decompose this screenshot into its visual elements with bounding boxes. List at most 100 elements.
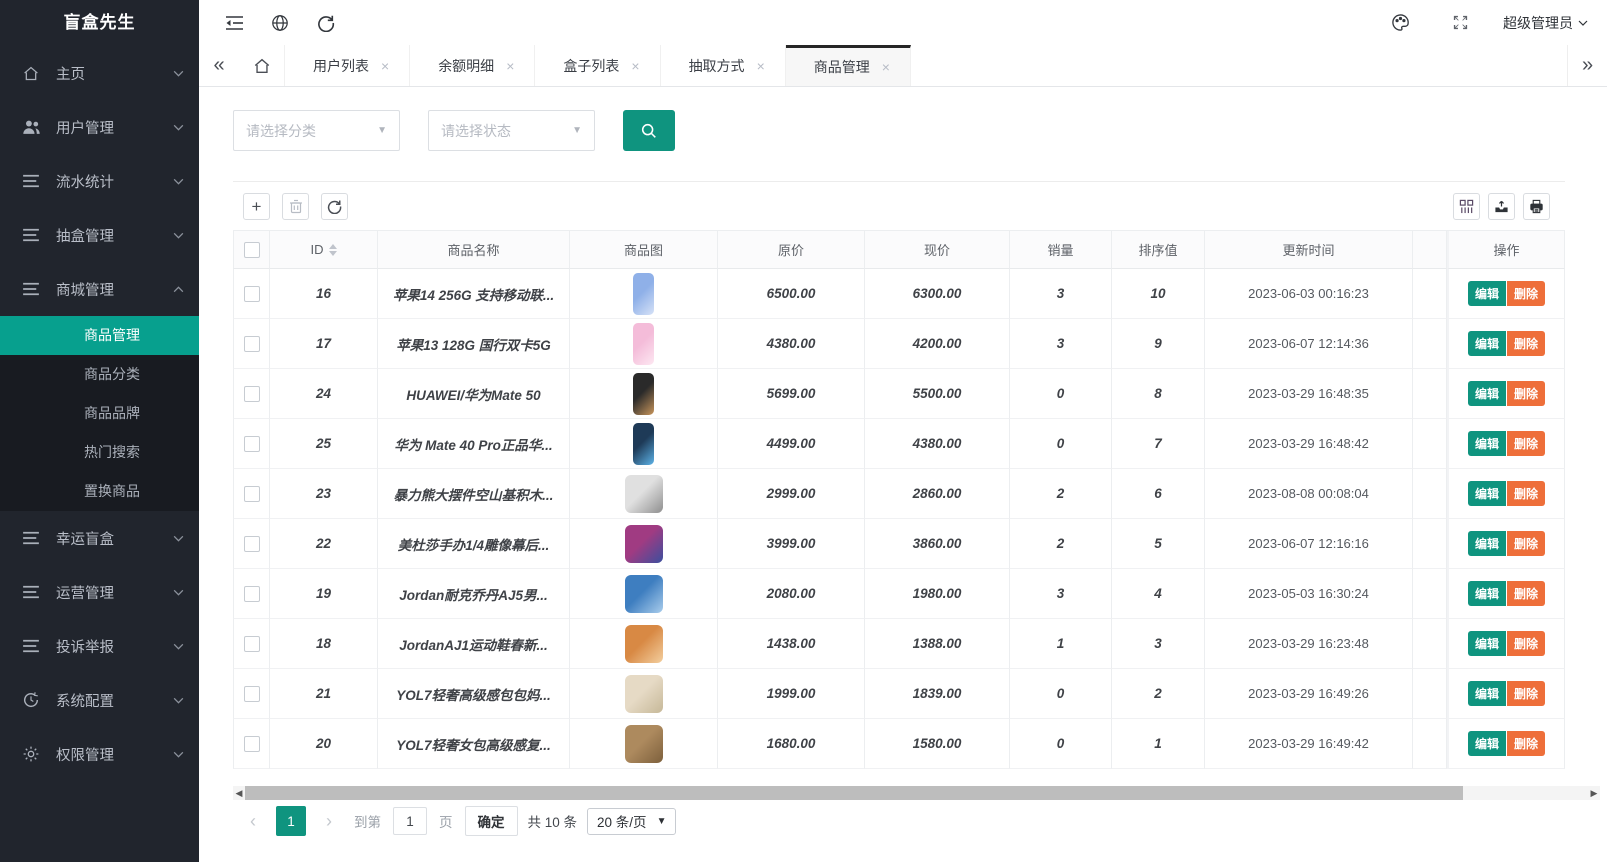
delete-button[interactable]: 删除 [1507, 331, 1546, 356]
cell-sort-value: 10 [1112, 269, 1205, 319]
delete-button[interactable]: 删除 [1507, 681, 1546, 706]
theme-button[interactable] [1383, 8, 1417, 38]
sidebar-item-抽盒管理[interactable]: 抽盒管理 [0, 208, 199, 262]
row-checkbox[interactable] [243, 385, 260, 402]
close-icon[interactable]: × [882, 59, 890, 75]
page-size-select[interactable]: 20 条/页 ▼ [587, 807, 677, 835]
cell-sort-value: 4 [1112, 569, 1205, 619]
select-all-checkbox[interactable] [243, 241, 260, 258]
edit-button[interactable]: 编辑 [1467, 631, 1506, 656]
edit-button[interactable]: 编辑 [1467, 331, 1506, 356]
language-button[interactable] [263, 8, 297, 38]
sidebar-item-商城管理[interactable]: 商城管理 [0, 262, 199, 316]
print-button[interactable] [1523, 193, 1550, 220]
search-button[interactable] [623, 110, 675, 151]
tab-用户列表[interactable]: 用户列表 × [285, 45, 411, 86]
delete-button[interactable]: 删除 [1507, 431, 1546, 456]
delete-button[interactable]: 删除 [1507, 631, 1546, 656]
close-icon[interactable]: × [631, 58, 639, 74]
tab-盒子列表[interactable]: 盒子列表 × [535, 45, 661, 86]
row-checkbox[interactable] [243, 585, 260, 602]
sidebar-item-权限管理[interactable]: 权限管理 [0, 727, 199, 781]
table-row: 19 Jordan耐克乔丹AJ5男... 2080.00 1980.00 3 4… [233, 569, 1565, 619]
close-icon[interactable]: × [381, 58, 389, 74]
sidebar-subitem-商品分类[interactable]: 商品分类 [0, 355, 199, 394]
delete-button[interactable]: 删除 [1507, 581, 1546, 606]
sort-icon[interactable] [328, 243, 337, 256]
sidebar-item-系统配置[interactable]: 系统配置 [0, 673, 199, 727]
edit-button[interactable]: 编辑 [1467, 681, 1506, 706]
sidebar-subitem-商品管理[interactable]: 商品管理 [0, 316, 199, 355]
row-checkbox[interactable] [243, 535, 260, 552]
product-image [624, 574, 663, 613]
delete-button[interactable]: 删除 [1507, 531, 1546, 556]
refresh-page-button[interactable] [309, 8, 343, 38]
reload-table-button[interactable] [321, 193, 348, 220]
chevron-down-icon [172, 229, 185, 242]
delete-rows-button[interactable] [282, 193, 309, 220]
scroll-right-arrow-icon[interactable]: ▶ [1588, 786, 1600, 800]
sidebar-item-投诉举报[interactable]: 投诉举报 [0, 619, 199, 673]
scrollbar-thumb[interactable] [245, 786, 1463, 800]
page-1-button[interactable]: 1 [276, 806, 306, 836]
close-icon[interactable]: × [506, 58, 514, 74]
sidebar-item-幸运盲盒[interactable]: 幸运盲盒 [0, 511, 199, 565]
row-checkbox[interactable] [243, 335, 260, 352]
collapse-sidebar-button[interactable] [217, 8, 251, 38]
goto-page-input[interactable] [393, 807, 427, 835]
home-icon [22, 64, 42, 82]
cell-updated-time: 2023-03-29 16:48:42 [1248, 436, 1369, 451]
horizontal-scrollbar[interactable]: ◀ ▶ [233, 786, 1600, 800]
status-select[interactable]: 请选择状态 ▼ [428, 110, 595, 151]
sidebar-subitem-热门搜索[interactable]: 热门搜索 [0, 433, 199, 472]
chevron-down-icon [172, 694, 185, 707]
tab-商品管理[interactable]: 商品管理 × [785, 45, 911, 86]
sidebar-item-label: 权限管理 [56, 747, 114, 764]
header-price: 现价 [865, 231, 1010, 269]
prev-page-button[interactable]: ‹ [240, 806, 266, 836]
delete-button[interactable]: 删除 [1507, 381, 1546, 406]
cell-id: 25 [270, 419, 378, 469]
export-button[interactable] [1488, 193, 1515, 220]
edit-button[interactable]: 编辑 [1467, 431, 1506, 456]
row-checkbox[interactable] [243, 685, 260, 702]
next-page-button[interactable]: › [316, 806, 342, 836]
edit-button[interactable]: 编辑 [1467, 281, 1506, 306]
scroll-left-arrow-icon[interactable]: ◀ [233, 786, 245, 800]
row-checkbox[interactable] [243, 435, 260, 452]
category-select[interactable]: 请选择分类 ▼ [233, 110, 400, 151]
sidebar-item-运营管理[interactable]: 运营管理 [0, 565, 199, 619]
row-checkbox[interactable] [243, 485, 260, 502]
tab-余额明细[interactable]: 余额明细 × [410, 45, 536, 86]
cell-sales: 1 [1010, 619, 1112, 669]
edit-button[interactable]: 编辑 [1467, 531, 1506, 556]
fullscreen-button[interactable] [1443, 8, 1477, 38]
header-id[interactable]: ID [270, 231, 378, 269]
edit-button[interactable]: 编辑 [1467, 731, 1506, 756]
delete-button[interactable]: 删除 [1507, 481, 1546, 506]
tabs-scroll-right-button[interactable]: » [1567, 45, 1607, 86]
edit-button[interactable]: 编辑 [1467, 381, 1506, 406]
close-icon[interactable]: × [757, 58, 765, 74]
edit-button[interactable]: 编辑 [1467, 481, 1506, 506]
sidebar-subitem-置换商品[interactable]: 置换商品 [0, 472, 199, 511]
goto-confirm-button[interactable]: 确定 [464, 806, 518, 836]
sidebar-subitem-商品品牌[interactable]: 商品品牌 [0, 394, 199, 433]
column-settings-button[interactable] [1453, 193, 1480, 220]
tab-抽取方式[interactable]: 抽取方式 × [661, 45, 786, 86]
list-icon [22, 637, 42, 655]
home-tab[interactable] [239, 45, 285, 86]
add-row-button[interactable]: + [243, 193, 270, 220]
delete-button[interactable]: 删除 [1507, 281, 1546, 306]
sidebar-item-用户管理[interactable]: 用户管理 [0, 100, 199, 154]
user-menu[interactable]: 超级管理员 [1503, 13, 1589, 33]
row-checkbox[interactable] [243, 635, 260, 652]
chevron-down-icon: ▼ [572, 125, 582, 136]
sidebar-item-流水统计[interactable]: 流水统计 [0, 154, 199, 208]
edit-button[interactable]: 编辑 [1467, 581, 1506, 606]
sidebar-item-主页[interactable]: 主页 [0, 46, 199, 100]
delete-button[interactable]: 删除 [1507, 731, 1546, 756]
row-checkbox[interactable] [243, 285, 260, 302]
row-checkbox[interactable] [243, 735, 260, 752]
tabs-scroll-left-button[interactable]: « [199, 45, 239, 86]
